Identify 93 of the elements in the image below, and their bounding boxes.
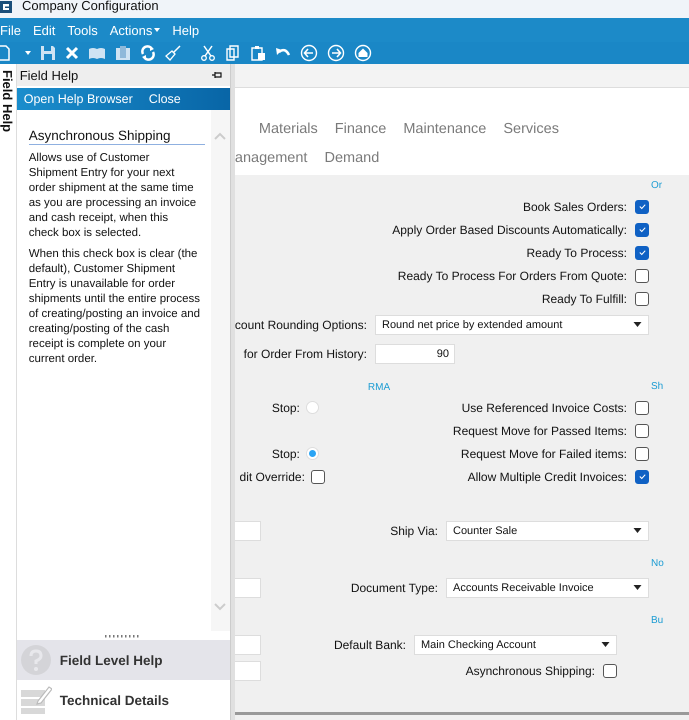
field-label: Default Bank: bbox=[334, 638, 406, 652]
checkbox[interactable] bbox=[635, 200, 649, 214]
section-label: No bbox=[651, 558, 665, 568]
tab[interactable]: Demand bbox=[324, 150, 380, 166]
checkbox[interactable] bbox=[635, 424, 649, 438]
check-icon bbox=[638, 225, 646, 234]
field-label: Stop: bbox=[272, 400, 300, 414]
tab[interactable]: Materials bbox=[258, 120, 318, 136]
help-paragraph: Allows use of Customer Shipment Entry for your next order shipment at the same time as you are processing an invoice and cash receipt, when this check box is selected. bbox=[28, 151, 198, 241]
book-icon[interactable] bbox=[88, 46, 106, 60]
number-field[interactable]: 90 bbox=[375, 344, 455, 364]
clipboard-icon[interactable] bbox=[115, 45, 131, 61]
checkbox[interactable] bbox=[635, 400, 649, 414]
field-label: Book Sales Orders: bbox=[522, 200, 627, 214]
input-field[interactable] bbox=[234, 634, 261, 654]
panel-link[interactable]: Close bbox=[148, 92, 181, 106]
check-icon bbox=[638, 202, 646, 211]
input-field[interactable] bbox=[234, 520, 261, 540]
field-label: Ready To Process: bbox=[526, 246, 627, 260]
section-label: Or bbox=[651, 180, 664, 190]
field-label: Asynchronous Shipping: bbox=[466, 664, 595, 678]
dropdown[interactable]: Counter Sale bbox=[446, 520, 649, 540]
menu-item[interactable]: Help bbox=[172, 22, 200, 38]
close-icon[interactable] bbox=[65, 46, 79, 60]
dropdown[interactable]: Accounts Receivable Invoice bbox=[446, 578, 649, 598]
checkbox[interactable] bbox=[310, 470, 325, 484]
menu-item[interactable]: File bbox=[0, 22, 21, 38]
resize-grip-icon[interactable] bbox=[105, 635, 142, 638]
caret-icon bbox=[154, 28, 160, 32]
panel-link[interactable]: Open Help Browser bbox=[24, 92, 133, 106]
field-label: Allow Multiple Credit Invoices: bbox=[468, 470, 627, 484]
tab[interactable]: Finance bbox=[334, 120, 386, 136]
input-field[interactable] bbox=[234, 578, 261, 598]
section-label: Bu bbox=[651, 614, 664, 626]
caret-icon bbox=[633, 528, 642, 533]
help-paragraph: When this check box is clear (the default), Customer Shipment Entry is unavailable for order shipments until the entire process of creating/posting an invoice and creating/posting of the cash receipt is complete on your current order. bbox=[28, 247, 201, 367]
back-icon[interactable] bbox=[300, 44, 318, 62]
field-label: Use Referenced Invoice Costs: bbox=[462, 400, 627, 414]
field-label: dit Override: bbox=[240, 470, 305, 484]
section-label: RMA bbox=[368, 382, 390, 393]
input-field[interactable] bbox=[234, 660, 261, 680]
field-label: Request Move for Failed items: bbox=[460, 446, 627, 460]
tab[interactable]: Services bbox=[503, 120, 559, 136]
broom-icon[interactable] bbox=[165, 45, 181, 61]
form-edit-icon bbox=[20, 685, 52, 715]
checkbox[interactable] bbox=[635, 446, 649, 460]
app-logo-icon bbox=[0, 1, 12, 13]
forward-icon[interactable] bbox=[327, 44, 345, 62]
field-label: for Order From History: bbox=[244, 346, 367, 360]
dropdown[interactable]: Round net price by extended amount bbox=[375, 314, 649, 334]
home-icon[interactable] bbox=[354, 44, 372, 62]
caret-icon[interactable] bbox=[25, 51, 31, 55]
new-document-icon[interactable] bbox=[0, 45, 10, 61]
tab[interactable]: anagement bbox=[234, 150, 308, 166]
field-label: Ship Via: bbox=[390, 524, 438, 538]
section-label: Sh bbox=[651, 380, 664, 392]
refresh-icon[interactable] bbox=[140, 45, 156, 61]
field-label: Ready To Process For Orders From Quote: bbox=[398, 268, 627, 282]
nav-item[interactable]: Technical Details bbox=[16, 680, 230, 720]
check-icon bbox=[638, 472, 646, 481]
radio-button[interactable] bbox=[306, 401, 319, 414]
caret-icon bbox=[633, 322, 642, 327]
paste-icon[interactable] bbox=[250, 45, 266, 61]
caret-icon bbox=[601, 642, 610, 647]
checkbox[interactable] bbox=[635, 222, 649, 236]
field-label: Stop: bbox=[272, 446, 300, 460]
pin-icon[interactable] bbox=[212, 71, 222, 79]
checkbox[interactable] bbox=[635, 246, 649, 260]
check-icon bbox=[638, 248, 646, 257]
save-icon[interactable] bbox=[40, 45, 56, 61]
field-label: Ready To Fulfill: bbox=[542, 292, 627, 306]
checkbox[interactable] bbox=[635, 292, 649, 306]
panel-title: Field Help bbox=[20, 68, 78, 82]
checkbox[interactable] bbox=[603, 664, 617, 678]
menu-item[interactable]: Actions bbox=[110, 22, 160, 38]
help-topic-title: Asynchronous Shipping bbox=[28, 128, 205, 145]
checkbox[interactable] bbox=[635, 470, 649, 484]
tab[interactable]: Maintenance bbox=[403, 120, 486, 136]
field-label: Apply Order Based Discounts Automatically: bbox=[392, 222, 627, 236]
dropdown[interactable]: Main Checking Account bbox=[414, 634, 617, 654]
nav-item[interactable]: Field Level Help bbox=[16, 640, 230, 680]
field-label: Request Move for Passed Items: bbox=[452, 424, 627, 438]
menu-item[interactable]: Edit bbox=[32, 22, 56, 38]
caret-icon bbox=[633, 585, 642, 590]
window-title: Company Configuration bbox=[22, 0, 159, 12]
side-tab[interactable]: Field Help bbox=[0, 64, 17, 720]
field-label: Document Type: bbox=[350, 580, 438, 594]
cut-icon[interactable] bbox=[200, 45, 216, 61]
copy-icon[interactable] bbox=[225, 45, 241, 61]
radio-button[interactable] bbox=[306, 447, 319, 460]
menu-item[interactable]: Tools bbox=[67, 22, 98, 38]
checkbox[interactable] bbox=[635, 268, 649, 282]
field-label: count Rounding Options: bbox=[234, 318, 367, 332]
